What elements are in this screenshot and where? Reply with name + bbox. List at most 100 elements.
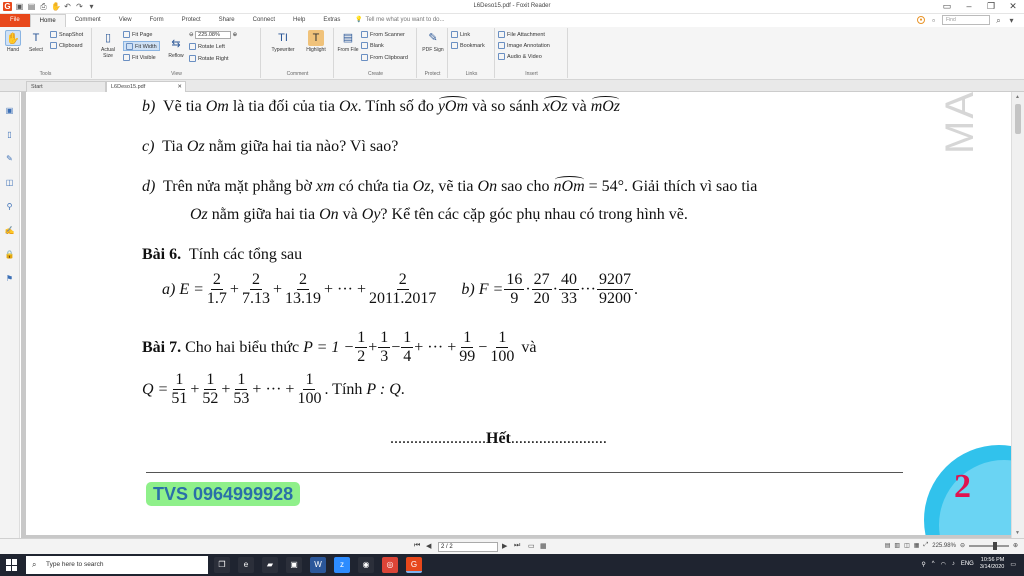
numerator: 1 bbox=[378, 329, 391, 348]
zoom-in-icon[interactable]: ⊕ bbox=[233, 32, 238, 38]
tab-form[interactable]: Form bbox=[141, 14, 173, 27]
document-view[interactable]: MA b) Vẽ tia Om là tia đối của tia Ox. T… bbox=[21, 92, 1011, 538]
image-annotation-button[interactable]: Image Annotation bbox=[498, 41, 550, 51]
zoom-out-icon[interactable]: ⊖ bbox=[189, 32, 194, 38]
tab-connect[interactable]: Connect bbox=[244, 14, 284, 27]
tab-document[interactable]: L6Deso15.pdf ✕ bbox=[106, 81, 186, 92]
continuous-icon[interactable]: ▥ bbox=[894, 542, 900, 549]
facing-icon[interactable]: ◫ bbox=[904, 542, 910, 549]
page-number-input[interactable]: 2 / 2 bbox=[438, 542, 498, 552]
comments-panel-icon[interactable]: ✎ bbox=[5, 154, 15, 164]
tab-help[interactable]: Help bbox=[284, 14, 314, 27]
from-scanner-button[interactable]: From Scanner bbox=[361, 30, 405, 40]
fit-page-button[interactable]: Fit Page bbox=[123, 30, 152, 40]
tab-share[interactable]: Share bbox=[210, 14, 244, 27]
ribbon-options-icon[interactable]: ▭ bbox=[940, 1, 954, 12]
link-button[interactable]: Link bbox=[451, 30, 470, 40]
fit-visible-button[interactable]: Fit Visible bbox=[123, 53, 156, 63]
ie-icon[interactable]: e bbox=[238, 557, 254, 573]
network-icon[interactable]: ◠ bbox=[941, 561, 946, 568]
highlight-button[interactable]: T Highlight bbox=[302, 30, 330, 53]
reflow-button[interactable]: ⇆ Reflow bbox=[165, 36, 187, 59]
pdf-sign-button[interactable]: ✎ PDF Sign bbox=[422, 30, 444, 53]
task-view-icon[interactable]: ❐ bbox=[214, 557, 230, 573]
find-input[interactable]: Find bbox=[942, 15, 990, 25]
last-page-icon[interactable]: ⏭ bbox=[514, 542, 520, 550]
rotate-left-button[interactable]: Rotate Left bbox=[189, 42, 225, 52]
spread-icon[interactable]: ▦ bbox=[914, 542, 920, 549]
clock[interactable]: 10:56 PM 3/14/2020 bbox=[980, 557, 1004, 571]
blank-button[interactable]: Blank bbox=[361, 41, 384, 51]
tab-comment[interactable]: Comment bbox=[66, 14, 110, 27]
actual-size-button[interactable]: ▯ Actual Size bbox=[97, 30, 119, 59]
bookmarks-panel-icon[interactable]: ▣ bbox=[5, 106, 15, 116]
typewriter-button[interactable]: TI Typewriter bbox=[268, 30, 298, 53]
attachments-panel-icon[interactable]: ⚲ bbox=[5, 202, 15, 212]
page-layout-icon[interactable]: ▭ bbox=[528, 542, 535, 550]
tags-panel-icon[interactable]: ⚑ bbox=[5, 274, 15, 284]
people-icon[interactable]: ⚲ bbox=[921, 561, 925, 568]
select-button[interactable]: T Select bbox=[25, 30, 47, 53]
restore-icon[interactable]: ❐ bbox=[984, 1, 998, 12]
denominator: 100 bbox=[297, 390, 322, 407]
start-button[interactable] bbox=[6, 559, 18, 571]
scroll-down-icon[interactable]: ▼ bbox=[1015, 530, 1020, 536]
clipboard-button[interactable]: Clipboard bbox=[50, 41, 83, 51]
vertical-scrollbar[interactable]: ▲ ▼ bbox=[1011, 92, 1024, 538]
tab-view[interactable]: View bbox=[110, 14, 141, 27]
pages-panel-icon[interactable]: ▯ bbox=[5, 130, 15, 140]
file-explorer-icon[interactable]: ▰ bbox=[262, 557, 278, 573]
zoom-slider[interactable] bbox=[968, 541, 1009, 550]
camera-icon[interactable]: ◉ bbox=[358, 557, 374, 573]
language-indicator[interactable]: ENG bbox=[961, 561, 974, 567]
fullscreen-icon[interactable]: ⤢ bbox=[923, 542, 928, 549]
volume-icon[interactable]: ♪ bbox=[952, 561, 955, 567]
status-zoom-in-icon[interactable]: ⊕ bbox=[1013, 542, 1018, 549]
highlight-icon: T bbox=[308, 30, 324, 46]
account-icon[interactable]: ● bbox=[917, 16, 925, 24]
signatures-panel-icon[interactable]: ✍ bbox=[5, 226, 15, 236]
foxit-app-icon[interactable]: G bbox=[406, 557, 422, 573]
chrome-icon[interactable]: ◎ bbox=[382, 557, 398, 573]
tab-file[interactable]: File bbox=[0, 14, 30, 27]
layers-panel-icon[interactable]: ◫ bbox=[5, 178, 15, 188]
search-icon[interactable]: ⌕ bbox=[994, 16, 1003, 25]
zoom-app-icon[interactable]: z bbox=[334, 557, 350, 573]
word-icon[interactable]: W bbox=[310, 557, 326, 573]
hand-button[interactable]: ✋ Hand bbox=[2, 30, 24, 53]
tab-protect[interactable]: Protect bbox=[173, 14, 210, 27]
next-page-icon[interactable]: ▶ bbox=[502, 542, 507, 550]
denominator: 53 bbox=[233, 390, 250, 407]
snapshot-button[interactable]: SnapShot bbox=[50, 30, 83, 40]
from-clipboard-button[interactable]: From Clipboard bbox=[361, 53, 408, 63]
status-zoom-out-icon[interactable]: ⊖ bbox=[960, 542, 965, 549]
zoom-control[interactable]: ⊖ 225.08% ⊕ bbox=[189, 30, 237, 40]
single-page-icon[interactable]: ▤ bbox=[885, 542, 891, 549]
tab-start[interactable]: Start bbox=[26, 81, 106, 92]
find-options-icon[interactable]: ▾ bbox=[1007, 16, 1016, 25]
scroll-thumb[interactable] bbox=[1015, 104, 1021, 134]
taskbar-search[interactable]: ⌕ Type here to search bbox=[26, 556, 208, 574]
page-grid-icon[interactable]: ▦ bbox=[540, 542, 547, 550]
notifications-icon[interactable]: ▭ bbox=[1010, 561, 1016, 568]
zoom-input[interactable]: 225.08% bbox=[195, 30, 232, 39]
tell-me-search[interactable]: 💡 Tell me what you want to do... bbox=[355, 16, 445, 24]
tab-extras[interactable]: Extras bbox=[314, 14, 349, 27]
close-icon[interactable]: ✕ bbox=[1006, 1, 1020, 12]
store-icon[interactable]: ▣ bbox=[286, 557, 302, 573]
file-attachment-button[interactable]: File Attachment bbox=[498, 30, 545, 40]
tab-home[interactable]: Home bbox=[29, 14, 66, 27]
from-file-button[interactable]: ▤ From File bbox=[337, 30, 359, 53]
zoom-slider-knob[interactable] bbox=[992, 541, 997, 550]
scroll-up-icon[interactable]: ▲ bbox=[1015, 94, 1020, 100]
minimize-icon[interactable]: – bbox=[962, 1, 976, 12]
help-icon[interactable]: ▫ bbox=[929, 16, 938, 25]
tray-chevron-icon[interactable]: ^ bbox=[932, 561, 935, 567]
security-panel-icon[interactable]: 🔒 bbox=[5, 250, 15, 260]
first-page-icon[interactable]: ⏮ bbox=[414, 542, 420, 550]
fit-width-button[interactable]: Fit Width bbox=[123, 41, 160, 51]
audio-video-button[interactable]: Audio & Video bbox=[498, 52, 542, 62]
rotate-right-button[interactable]: Rotate Right bbox=[189, 54, 229, 64]
previous-page-icon[interactable]: ◀ bbox=[426, 542, 431, 550]
bookmark-button[interactable]: Bookmark bbox=[451, 41, 485, 51]
